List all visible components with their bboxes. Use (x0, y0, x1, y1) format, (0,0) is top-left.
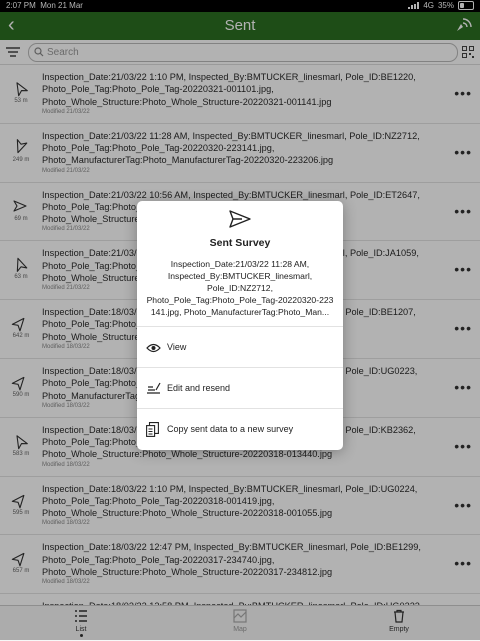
edit-and-resend-option[interactable]: Edit and resend (137, 367, 343, 409)
view-option-label: View (167, 342, 187, 352)
dialog-description: Inspection_Date:21/03/22 11:28 AM, Inspe… (143, 258, 337, 318)
edit-and-resend-label: Edit and resend (167, 383, 231, 393)
send-icon (229, 210, 251, 233)
dialog-description-line: 141.jpg, Photo_ManufacturerTag:Photo_Man… (150, 307, 330, 317)
edit-icon (146, 381, 161, 399)
copy-to-new-survey-option[interactable]: Copy sent data to a new survey (137, 408, 343, 450)
dialog-description-line: Photo_Pole_Tag:Photo_Pole_Tag-20220320-2… (146, 295, 334, 305)
copy-to-new-survey-label: Copy sent data to a new survey (167, 424, 294, 434)
dialog-title: Sent Survey (209, 237, 271, 249)
dialog-description-line: Inspection_Date:21/03/22 11:28 AM, (170, 259, 310, 269)
view-option[interactable]: View (137, 326, 343, 368)
copy-icon (146, 422, 159, 442)
sent-survey-dialog: Sent Survey Inspection_Date:21/03/22 11:… (137, 201, 343, 450)
eye-icon (146, 340, 161, 358)
dialog-description-line: Pole_ID:NZ2712, (207, 283, 273, 293)
dialog-description-line: Inspected_By:BMTUCKER_linesmarl, (167, 271, 313, 281)
